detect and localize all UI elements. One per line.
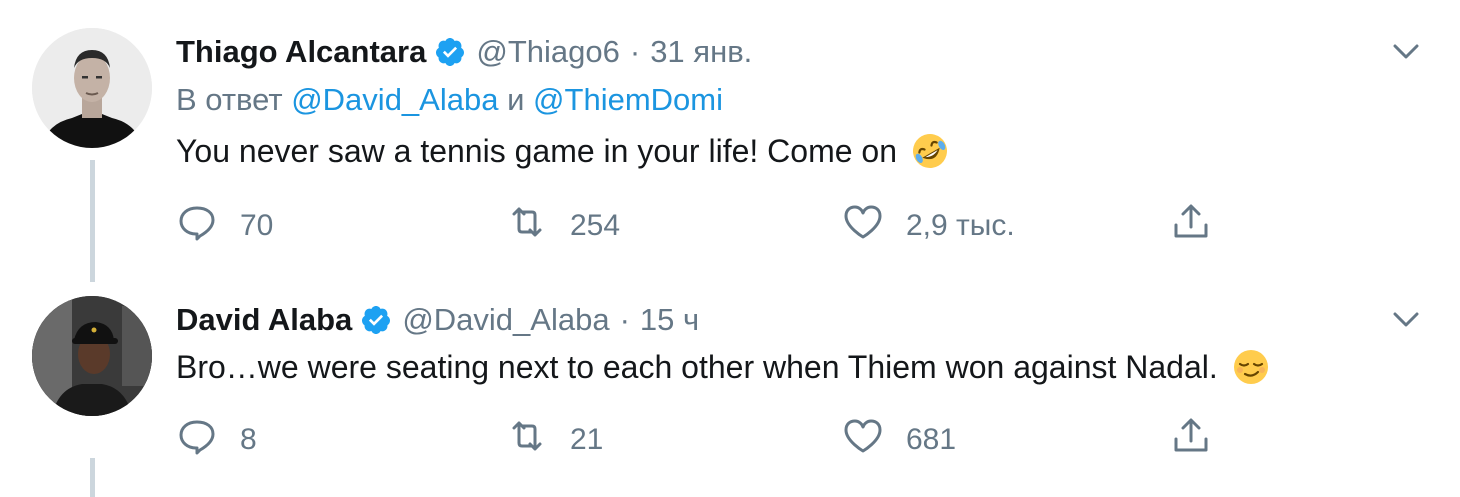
- share-button[interactable]: [1170, 418, 1212, 462]
- avatar[interactable]: [32, 28, 152, 148]
- tweet-timestamp[interactable]: 15 ч: [640, 302, 699, 338]
- tweet-text-content: Bro…we were seating next to each other w…: [176, 348, 1218, 385]
- tweet-header: Thiago Alcantara @Thiago6 · 31 янв.: [176, 32, 752, 72]
- heart-icon: [842, 201, 884, 251]
- avatar-alaba-image: [32, 296, 152, 416]
- like-count: 2,9 тыс.: [906, 209, 1015, 242]
- tweet-text: Bro…we were seating next to each other w…: [176, 348, 1270, 386]
- verified-badge-icon: [434, 36, 466, 68]
- header-separator: ·: [629, 34, 641, 69]
- tweet-header: David Alaba @David_Alaba · 15 ч: [176, 300, 699, 340]
- author-handle[interactable]: @Thiago6: [476, 34, 620, 70]
- retweet-count: 254: [570, 209, 621, 242]
- reply-mention-link[interactable]: @David_Alaba: [291, 82, 498, 117]
- reply-button[interactable]: 8: [176, 418, 257, 462]
- retweet-icon: [506, 201, 548, 251]
- speech-bubble-icon: [176, 201, 218, 251]
- share-icon: [1170, 415, 1212, 465]
- header-separator: ·: [619, 302, 630, 337]
- avatar-thiago-image: [32, 28, 152, 148]
- author-name[interactable]: Thiago Alcantara: [176, 34, 426, 70]
- reply-mention-link[interactable]: @ThiemDomi: [533, 82, 723, 117]
- heart-icon: [842, 415, 884, 465]
- avatar[interactable]: [32, 296, 152, 416]
- retweet-button[interactable]: 254: [506, 204, 620, 248]
- retweet-button[interactable]: 21: [506, 418, 603, 462]
- tweet-actions: 70 254 2,9 тыс.: [176, 204, 1226, 248]
- reply-button[interactable]: 70: [176, 204, 273, 248]
- reply-context: В ответ @David_Alaba и @ThiemDomi: [176, 82, 723, 118]
- rolling-on-floor-laughing-emoji: [911, 132, 949, 170]
- retweet-count: 21: [570, 423, 604, 456]
- share-button[interactable]: [1170, 204, 1212, 248]
- reply-conjunction: и: [507, 82, 525, 117]
- thread-line: [90, 458, 95, 497]
- tweet-text-content: You never saw a tennis game in your life…: [176, 132, 897, 169]
- author-handle[interactable]: @David_Alaba: [402, 302, 609, 338]
- like-count: 681: [906, 423, 957, 456]
- retweet-icon: [506, 415, 548, 465]
- reply-prefix: В ответ: [176, 82, 283, 117]
- share-icon: [1170, 201, 1212, 251]
- author-name[interactable]: David Alaba: [176, 302, 352, 338]
- tweet-actions: 8 21 681: [176, 418, 1226, 462]
- reply-count: 8: [240, 423, 257, 456]
- speech-bubble-icon: [176, 415, 218, 465]
- tweet[interactable]: Thiago Alcantara @Thiago6 · 31 янв. В от…: [0, 0, 1460, 282]
- tweet-text: You never saw a tennis game in your life…: [176, 132, 949, 170]
- verified-badge-icon: [360, 304, 392, 336]
- chevron-down-icon[interactable]: [1390, 36, 1422, 68]
- like-button[interactable]: 2,9 тыс.: [842, 204, 1015, 248]
- tweet-timestamp[interactable]: 31 янв.: [650, 34, 752, 70]
- relieved-face-emoji: [1232, 348, 1270, 386]
- reply-count: 70: [240, 209, 274, 242]
- chevron-down-icon[interactable]: [1390, 304, 1422, 336]
- thread-line: [90, 160, 95, 282]
- like-button[interactable]: 681: [842, 418, 956, 462]
